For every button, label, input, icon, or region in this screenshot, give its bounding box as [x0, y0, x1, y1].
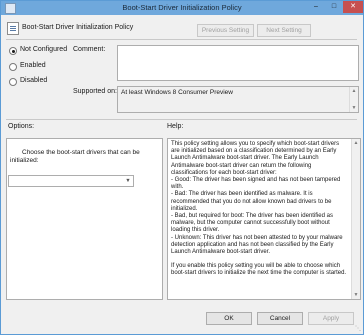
previous-setting-button[interactable]: Previous Setting [197, 24, 254, 37]
cancel-button[interactable]: Cancel [257, 312, 303, 325]
ok-button[interactable]: OK [206, 312, 252, 325]
help-paragraph: - Bad, but required for boot: The driver… [171, 213, 333, 234]
radio-enabled-indicator[interactable] [9, 63, 17, 71]
scroll-down-icon[interactable]: ▼ [350, 104, 358, 112]
help-text-body: This policy setting allows you to specif… [171, 141, 349, 278]
help-paragraph: If you enable this policy setting you wi… [171, 263, 347, 277]
boot-driver-dropdown[interactable]: ▼ [8, 175, 134, 187]
title-bar[interactable]: Boot-Start Driver Initialization Policy … [1, 1, 363, 15]
supported-on-value: At least Windows 8 Consumer Preview [121, 89, 233, 96]
maximize-button[interactable]: □ [325, 1, 343, 13]
options-description: Choose the boot-start drivers that can b… [10, 149, 140, 165]
options-description-line: initialized: [10, 157, 39, 164]
policy-name: Boot-Start Driver Initialization Policy [22, 24, 134, 31]
help-paragraph: - Bad: The driver has been identified as… [171, 191, 332, 212]
header-divider [6, 39, 357, 40]
policy-setting-icon [7, 22, 19, 35]
help-paragraph: - Unknown: This driver has not been atte… [171, 234, 343, 256]
options-label: Options: [8, 123, 35, 130]
next-setting-button[interactable]: Next Setting [257, 24, 311, 37]
scroll-down-icon[interactable]: ▼ [352, 291, 360, 299]
help-paragraph: - Good: The driver has been signed and h… [171, 177, 341, 191]
comment-textarea[interactable] [117, 45, 359, 81]
chevron-down-icon[interactable]: ▼ [124, 176, 132, 186]
policy-dialog-window: Boot-Start Driver Initialization Policy … [0, 0, 364, 335]
help-text-panel[interactable]: This policy setting allows you to specif… [167, 138, 361, 300]
help-scrollbar[interactable]: ▲ ▼ [351, 139, 360, 299]
scroll-up-icon[interactable]: ▲ [350, 87, 358, 95]
radio-disabled-indicator[interactable] [9, 78, 17, 86]
supported-on-field: At least Windows 8 Consumer Preview ▲ ▼ [117, 86, 359, 113]
radio-enabled-label: Enabled [20, 62, 46, 69]
supported-scrollbar[interactable]: ▲ ▼ [349, 87, 358, 112]
apply-button[interactable]: Apply [308, 312, 354, 325]
minimize-button[interactable]: – [307, 1, 325, 13]
comment-label: Comment: [73, 46, 106, 53]
help-paragraph: This policy setting allows you to specif… [171, 141, 340, 176]
radio-not-configured-indicator[interactable] [9, 47, 17, 55]
resize-grip-icon[interactable]: ⋱ [355, 326, 361, 332]
body-divider [6, 119, 357, 120]
scroll-up-icon[interactable]: ▲ [352, 139, 360, 147]
radio-disabled-label: Disabled [20, 77, 48, 84]
close-button[interactable]: ✕ [343, 1, 363, 13]
options-description-line: Choose the boot-start drivers that can b… [22, 149, 140, 156]
radio-not-configured-label: Not Configured [20, 46, 68, 53]
supported-on-label: Supported on: [73, 88, 117, 95]
help-label: Help: [167, 123, 184, 130]
